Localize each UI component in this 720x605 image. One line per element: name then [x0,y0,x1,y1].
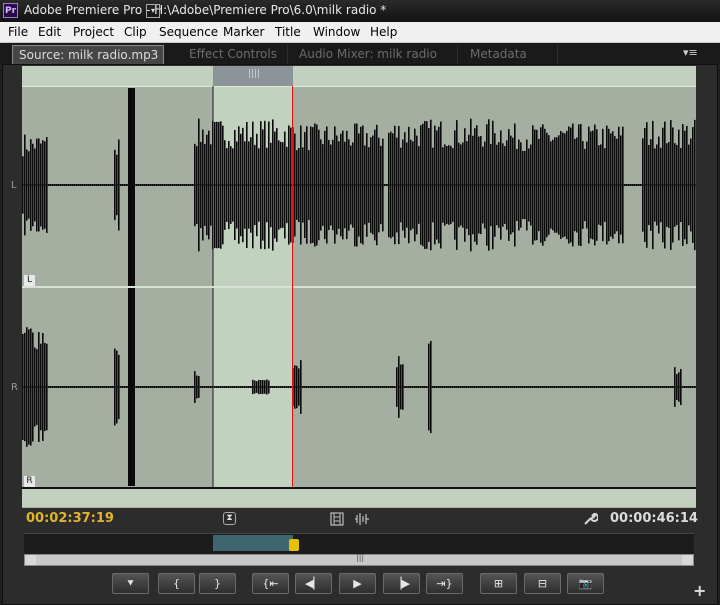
mini-timeline[interactable] [24,533,694,554]
time-ruler[interactable] [22,66,696,86]
window-title: Adobe Premiere Pro - H:\Adobe\Premiere P… [24,3,387,17]
marker-status-icon[interactable]: ⧗ [223,512,236,525]
panel-tab-bar: Source: milk radio.mp3 Effect Controls A… [0,43,720,64]
zoom-grip-icon: |||| [248,69,261,79]
menu-edit[interactable]: Edit [38,25,61,39]
export-frame-button[interactable]: 📷 [567,573,604,594]
menu-marker[interactable]: Marker [223,25,264,39]
wrench-icon[interactable] [582,511,598,527]
tab-audio-mixer-label: Audio Mixer: milk radio [299,47,438,61]
tab-source[interactable]: Source: milk radio.mp3 [12,45,164,64]
menu-title[interactable]: Title [275,25,301,39]
channel-divider[interactable] [22,286,696,288]
right-channel-label: R [11,382,18,393]
right-channel-tag: R [24,476,35,487]
tab-audio-mixer[interactable]: Audio Mixer: milk radio [288,45,458,64]
current-timecode[interactable]: 00:02:37:19 [26,511,114,526]
left-channel-tag: L [24,275,35,286]
menu-sequence[interactable]: Sequence [159,25,218,39]
playhead[interactable] [292,86,293,487]
mini-timeline-in-out-range [213,535,293,551]
panel-menu-icon[interactable]: ▾≡ [683,46,698,59]
menu-window[interactable]: Window [313,25,360,39]
insert-button[interactable]: ⊞ [480,573,517,594]
overwrite-button[interactable]: ⊟ [524,573,561,594]
mark-out-button[interactable]: } [199,573,236,594]
step-back-button[interactable]: ◀▏ [295,573,332,594]
play-button[interactable]: ▶ [339,573,376,594]
add-button[interactable]: + [693,581,706,600]
add-marker-button[interactable]: ⯆ [112,573,149,594]
film-strip-icon[interactable] [330,512,344,526]
tab-metadata[interactable]: Metadata [458,45,558,64]
mini-playhead-icon[interactable] [289,539,299,551]
tab-effect-controls[interactable]: Effect Controls [170,45,288,64]
tab-metadata-label: Metadata [470,47,527,61]
duration-timecode: 00:00:46:14 [610,511,698,526]
menu-help[interactable]: Help [370,25,397,39]
dropdown-icon[interactable]: ▾ [146,4,160,18]
tab-source-label: Source: milk radio.mp3 [19,48,159,62]
audio-waveform-icon[interactable] [354,512,370,526]
mark-in-button[interactable]: { [158,573,195,594]
left-channel-label: L [11,180,17,191]
premiere-logo-icon: Pr [3,3,18,18]
menu-bar: File Edit Project Clip Sequence Marker T… [0,22,720,43]
menu-file[interactable]: File [8,25,28,39]
tab-effect-controls-label: Effect Controls [189,47,277,61]
bottom-ruler [22,489,696,507]
go-to-in-button[interactable]: {⇤ [252,573,289,594]
step-forward-button[interactable]: ▕▶ [383,573,420,594]
title-bar: Pr Adobe Premiere Pro - H:\Adobe\Premier… [0,0,720,22]
menu-clip[interactable]: Clip [124,25,147,39]
menu-project[interactable]: Project [73,25,114,39]
go-to-out-button[interactable]: ⇥} [426,573,463,594]
scroll-grip-icon: ||| [356,553,365,562]
